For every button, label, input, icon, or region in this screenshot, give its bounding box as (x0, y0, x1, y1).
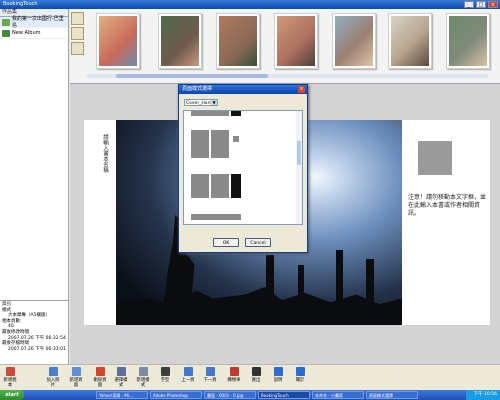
album-panel: 作品集 我的第一次出國行-巴里島 New Album 資訊 樣式 大本摩專（A5… (0, 9, 69, 364)
delete-icon (95, 367, 105, 376)
font-button[interactable]: 字型 (157, 367, 173, 383)
photo-placeholder[interactable] (418, 141, 452, 175)
album-icon (2, 29, 10, 37)
delete-page-button[interactable]: 刪除頁面 (92, 367, 108, 388)
toolbar-label: 購物車 (227, 378, 241, 383)
style-select[interactable]: Cover_Hard ▼ (184, 99, 218, 106)
font-icon (160, 367, 170, 376)
photo-folder-icon[interactable] (71, 12, 84, 25)
close-button[interactable]: × (488, 1, 498, 8)
layout-list-scrollbar[interactable] (296, 111, 302, 224)
about-button[interactable]: 關於 (292, 367, 308, 383)
add-page-icon (71, 367, 81, 376)
toolbar-label: 字型 (160, 378, 170, 383)
layout-list[interactable] (183, 110, 303, 225)
album-label: 我的第一次出國行-巴里島 (11, 16, 64, 29)
toolbar-label: 刪除頁面 (93, 378, 107, 388)
toolbar-label: 加入照片 (46, 378, 60, 388)
dialog-close-button[interactable]: × (298, 86, 305, 93)
add-photo-icon (48, 367, 58, 376)
app-title: BookingTouch (3, 1, 38, 7)
album-icon (2, 18, 10, 26)
cart-button[interactable]: 購物車 (226, 367, 242, 383)
question-icon (273, 367, 283, 376)
windows-taskbar: start Yahoo!奇摩 - Mi... Adobe Photoshop 畫… (0, 390, 500, 400)
album-label: New Album (12, 30, 41, 36)
layout-option[interactable] (190, 213, 242, 224)
main-toolbar: 新增相本 加入照片 新增頁面 刪除頁面 選擇樣式 新增樣式 字型 上一頁 下一頁… (0, 364, 500, 391)
toolbar-label: 新增頁面 (69, 378, 83, 388)
taskbar-item[interactable]: 未命名 - 小畫家 (312, 391, 364, 399)
maximize-button[interactable]: □ (476, 1, 486, 8)
photo-thumbnail[interactable] (274, 13, 318, 69)
export-button[interactable]: 匯出 (248, 367, 264, 383)
right-page[interactable]: 注意！請勿移動本文字框，並在此輸入本書或作者相關資訊。 (402, 120, 490, 325)
photo-thumbnail[interactable] (96, 13, 140, 69)
add-photo-button[interactable]: 加入照片 (45, 367, 61, 388)
photo-strip (70, 9, 500, 84)
photo-thumbnail[interactable] (158, 13, 202, 69)
book-title-textbox[interactable]: 請輸入書本名稱 (101, 134, 109, 173)
taskbar-item[interactable]: Yahoo!奇摩 - Mi... (96, 391, 148, 399)
add-style-icon (138, 367, 148, 376)
choose-style-button[interactable]: 選擇樣式 (113, 367, 129, 388)
toolbar-label: 新增樣式 (136, 378, 150, 388)
taskbar-item[interactable]: Adobe Photoshop (150, 391, 202, 399)
photo-thumbnail[interactable] (388, 13, 432, 69)
minimize-button[interactable]: _ (464, 1, 474, 8)
photo-grid-icon[interactable] (71, 27, 84, 40)
album-item-new[interactable]: New Album (0, 28, 68, 39)
strip-tools (71, 12, 84, 55)
toolbar-label: 新增相本 (3, 378, 17, 388)
new-album-button[interactable]: 新增相本 (2, 367, 18, 388)
page-style-dialog: 頁面樣式選擇 × Cover_Hard ▼ OK Cancel (178, 84, 308, 253)
photo-thumbnail[interactable] (216, 13, 260, 69)
toolbar-label: 匯出 (251, 378, 261, 383)
taskbar-item[interactable]: 頁面樣式選擇 (366, 391, 418, 399)
layout-option[interactable] (190, 173, 242, 209)
taskbar-item[interactable]: BookingTouch (258, 391, 310, 399)
download-icon (251, 367, 261, 376)
previous-page-button[interactable]: 上一頁 (180, 367, 196, 383)
info-textbox[interactable]: 注意！請勿移動本文字框，並在此輸入本書或作者相關資訊。 (408, 194, 488, 218)
cancel-button[interactable]: Cancel (245, 238, 271, 247)
layout-list-scroll-thumb[interactable] (297, 141, 301, 165)
taskbar-item[interactable]: 畫面 - 0001 - 0.jpg (204, 391, 256, 399)
new-album-icon (5, 367, 15, 376)
toolbar-label: 下一頁 (203, 378, 217, 383)
style-select-value: Cover_Hard (186, 101, 213, 106)
add-page-button[interactable]: 新增頁面 (68, 367, 84, 388)
ok-button[interactable]: OK (213, 238, 239, 247)
photo-thumbnail[interactable] (332, 13, 376, 69)
strip-scrollbar-thumb[interactable] (116, 74, 268, 78)
modified-value: 2007.07.26 下午 06:33:01 (8, 346, 66, 352)
toolbar-label: 關於 (295, 378, 305, 383)
info-icon (295, 367, 305, 376)
album-item-bali[interactable]: 我的第一次出國行-巴里島 (0, 16, 68, 29)
next-page-button[interactable]: 下一頁 (202, 367, 218, 383)
choose-style-icon (116, 367, 126, 376)
photo-thumbnail[interactable] (446, 13, 490, 69)
strip-scrollbar[interactable] (86, 74, 488, 78)
cart-icon (229, 367, 239, 376)
add-style-button[interactable]: 新增樣式 (135, 367, 151, 388)
chevron-down-icon[interactable]: ▼ (211, 100, 217, 105)
toolbar-label: 說明 (273, 378, 283, 383)
info-panel: 資訊 樣式 大本摩專（A5橫版） 相本頁數: 40 最後修改時間 2007.07… (0, 300, 68, 364)
dialog-title: 頁面樣式選擇 (179, 85, 307, 94)
start-button[interactable]: start (0, 390, 24, 400)
arrow-left-icon (183, 367, 193, 376)
toolbar-label: 選擇樣式 (114, 378, 128, 388)
layout-option[interactable] (190, 129, 242, 165)
arrow-right-icon (205, 367, 215, 376)
photo-album-icon[interactable] (71, 42, 84, 55)
help-button[interactable]: 說明 (270, 367, 286, 383)
toolbar-label: 上一頁 (181, 378, 195, 383)
title-bar: BookingTouch _ □ × (0, 0, 500, 9)
system-tray-clock: 下午 10:56 (466, 390, 500, 400)
